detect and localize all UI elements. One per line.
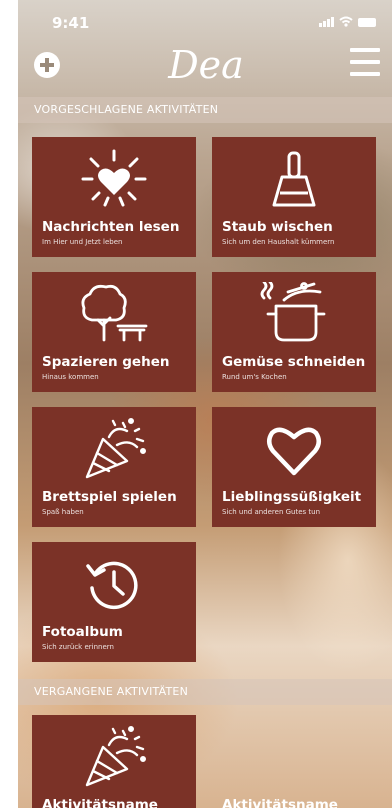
section-header-past: VERGANGENE AKTIVITÄTEN bbox=[18, 679, 392, 705]
card-title: Lieblingssüßigkeit bbox=[222, 489, 362, 505]
cooking-pot-icon bbox=[260, 282, 326, 342]
app-screen: 9:41 Dea VORGESCHLAGENE AKTIVITÄTEN Nach… bbox=[18, 0, 392, 808]
card-subtitle: Sich zurück erinnern bbox=[42, 643, 114, 651]
battery-icon bbox=[358, 18, 376, 27]
tree-bench-icon bbox=[81, 284, 148, 342]
status-icons bbox=[319, 16, 376, 27]
past-activity-card[interactable]: Aktivitätsname bbox=[32, 715, 196, 808]
history-clock-icon bbox=[86, 561, 138, 610]
menu-button[interactable] bbox=[350, 48, 380, 76]
card-subtitle: Spaß haben bbox=[42, 508, 84, 516]
status-time: 9:41 bbox=[52, 14, 90, 32]
card-title: Staub wischen bbox=[222, 219, 333, 235]
activity-card[interactable]: Spazieren gehen Hinaus kommen bbox=[32, 272, 196, 392]
activity-card[interactable]: Nachrichten lesen Im Hier und Jetzt lebe… bbox=[32, 137, 196, 257]
activity-card[interactable]: Lieblingssüßigkeit Sich und anderen Gute… bbox=[212, 407, 376, 527]
sun-heart-icon bbox=[81, 149, 147, 207]
party-popper-icon bbox=[85, 726, 147, 787]
card-title: Aktivitätsname bbox=[42, 797, 158, 808]
add-button[interactable] bbox=[34, 52, 60, 78]
app-logo: Dea bbox=[168, 43, 244, 87]
section-header-suggested: VORGESCHLAGENE AKTIVITÄTEN bbox=[18, 97, 392, 123]
activity-card[interactable]: Gemüse schneiden Rund um's Kochen bbox=[212, 272, 376, 392]
party-popper-icon bbox=[85, 418, 147, 479]
card-title: Aktivitätsname bbox=[222, 797, 338, 808]
card-title: Spazieren gehen bbox=[42, 354, 170, 370]
broom-icon bbox=[272, 151, 316, 207]
activity-card[interactable]: Fotoalbum Sich zurück erinnern bbox=[32, 542, 196, 662]
past-activity-card[interactable]: Aktivitätsname bbox=[212, 715, 376, 808]
card-subtitle: Sich und anderen Gutes tun bbox=[222, 508, 321, 516]
card-title: Gemüse schneiden bbox=[222, 354, 366, 370]
heart-icon bbox=[267, 427, 321, 476]
signal-icon bbox=[319, 17, 334, 27]
wifi-icon bbox=[339, 16, 353, 27]
status-bar: 9:41 bbox=[18, 0, 392, 40]
card-title: Fotoalbum bbox=[42, 624, 123, 640]
activity-card[interactable]: Staub wischen Sich um den Haushalt kümme… bbox=[212, 137, 376, 257]
card-title: Nachrichten lesen bbox=[42, 219, 180, 235]
app-header: Dea bbox=[18, 40, 392, 92]
card-subtitle: Hinaus kommen bbox=[42, 373, 99, 381]
card-subtitle: Rund um's Kochen bbox=[222, 373, 287, 381]
activity-card[interactable]: Brettspiel spielen Spaß haben bbox=[32, 407, 196, 527]
card-title: Brettspiel spielen bbox=[42, 489, 177, 505]
card-subtitle: Sich um den Haushalt kümmern bbox=[222, 238, 335, 246]
card-subtitle: Im Hier und Jetzt leben bbox=[42, 238, 123, 246]
